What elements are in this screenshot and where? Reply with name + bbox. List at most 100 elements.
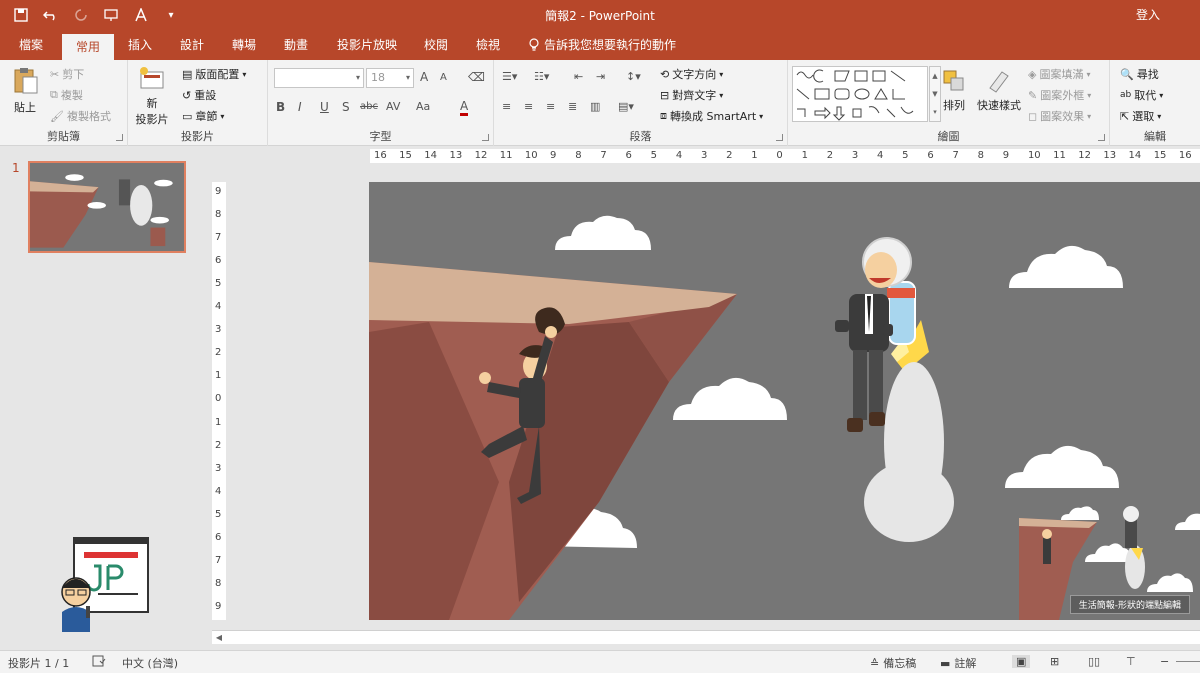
- char-spacing-button[interactable]: AV: [386, 100, 400, 113]
- bullets-icon[interactable]: ☰▾: [502, 70, 517, 83]
- grow-font-button[interactable]: A: [420, 70, 428, 84]
- font-launcher-icon[interactable]: [482, 134, 489, 141]
- tab-review[interactable]: 校閱: [414, 30, 458, 60]
- zoom-slider[interactable]: [1176, 661, 1200, 662]
- shape-effects-button[interactable]: ◻ 圖案效果 ▾: [1028, 108, 1091, 124]
- copy-button[interactable]: ⧉ 複製: [50, 87, 83, 103]
- drawing-launcher-icon[interactable]: [1098, 134, 1105, 141]
- normal-view-icon[interactable]: ▣: [1012, 655, 1031, 668]
- font-color-button[interactable]: A: [460, 100, 469, 116]
- language-indicator[interactable]: 中文 (台灣): [122, 655, 178, 671]
- horizontal-ruler[interactable]: 16 15 14 13 12 11 10 9 8 7 6 5 4 3 2 1 0 1 2 3 4 5 6 7 8 9 10 11 12 1…: [370, 149, 1200, 163]
- clipboard-group-label: 剪貼簿: [47, 130, 80, 143]
- scissors-icon: ✂: [50, 67, 60, 81]
- copy-icon: ⧉: [50, 88, 58, 101]
- scroll-left-icon[interactable]: ◀: [212, 631, 226, 645]
- shrink-font-button[interactable]: A: [440, 72, 447, 83]
- sign-in-link[interactable]: 登入: [1136, 6, 1160, 23]
- clipboard-group: 貼上 ✂ 剪下 ⧉ 複製 🖌 複製格式 剪貼簿: [0, 60, 128, 146]
- section-button[interactable]: ▭ 章節 ▾: [182, 108, 224, 124]
- layout-icon: ▤: [182, 67, 193, 81]
- ribbon: 貼上 ✂ 剪下 ⧉ 複製 🖌 複製格式 剪貼簿 新 投影片 ▤ 版面配置 ▾ ↺ 重設 ▭ 章…: [0, 60, 1200, 146]
- tab-transitions[interactable]: 轉場: [222, 30, 266, 60]
- clipboard-launcher-icon[interactable]: [116, 134, 123, 141]
- line-spacing-icon[interactable]: ↕▾: [626, 70, 641, 83]
- tab-file[interactable]: 檔案: [8, 30, 54, 60]
- columns-icon[interactable]: ▤▾: [618, 100, 634, 113]
- replace-button[interactable]: ab 取代 ▾: [1120, 87, 1163, 103]
- bold-button[interactable]: B: [276, 100, 285, 114]
- tell-me-box[interactable]: 告訴我您想要執行的動作: [528, 30, 676, 60]
- ruler-tick-label: 15: [399, 150, 412, 161]
- shapes-icon: [796, 69, 914, 121]
- slide-thumbnail[interactable]: [28, 161, 186, 253]
- tab-home[interactable]: 常用: [62, 34, 114, 60]
- zoom-out-icon[interactable]: −: [1160, 655, 1169, 668]
- reading-view-icon[interactable]: ▯▯: [1088, 655, 1100, 668]
- tab-slideshow[interactable]: 投影片放映: [328, 30, 406, 60]
- increase-indent-icon[interactable]: ⇥: [596, 70, 605, 83]
- justify-icon[interactable]: ≣: [568, 100, 577, 113]
- shape-fill-button[interactable]: ◈ 圖案填滿 ▾: [1028, 66, 1090, 82]
- reset-button[interactable]: ↺ 重設: [182, 87, 216, 103]
- shadow-button[interactable]: S: [342, 100, 350, 114]
- align-center-icon[interactable]: ≡: [524, 100, 533, 113]
- align-text-button[interactable]: ⊟ 對齊文字 ▾: [660, 87, 723, 103]
- shape-outline-button[interactable]: ✎ 圖案外框 ▾: [1028, 87, 1091, 103]
- ruler-tick-label: 3: [215, 462, 222, 474]
- shapes-gallery[interactable]: [792, 66, 928, 122]
- tab-insert[interactable]: 插入: [118, 30, 162, 60]
- distribute-icon[interactable]: ▥: [590, 100, 600, 113]
- tab-animations[interactable]: 動畫: [274, 30, 318, 60]
- text-direction-button[interactable]: ⟲ 文字方向 ▾: [660, 66, 723, 82]
- vertical-ruler[interactable]: 9 8 7 6 5 4 3 2 1 0 1 2 3 4 5 6 7 8 9: [212, 182, 226, 620]
- ruler-tick-label: 13: [1103, 150, 1117, 161]
- paste-button[interactable]: 貼上: [6, 66, 44, 115]
- change-case-button[interactable]: Aa: [416, 100, 430, 113]
- slide-canvas[interactable]: 生活簡報-形狀的端點編輯: [369, 182, 1200, 620]
- ruler-tick-label: 2: [726, 150, 733, 161]
- notes-button[interactable]: ≙ 備忘稿: [870, 655, 916, 671]
- format-painter-button[interactable]: 🖌 複製格式: [50, 108, 111, 124]
- shape-effects-label: 圖案效果: [1040, 110, 1085, 123]
- align-left-icon[interactable]: ≡: [502, 100, 511, 113]
- italic-button[interactable]: I: [298, 100, 302, 114]
- ruler-tick-label: 14: [424, 150, 438, 161]
- arrange-button[interactable]: 排列: [934, 68, 974, 113]
- clear-format-icon[interactable]: ⌫: [468, 70, 485, 84]
- smartart-button[interactable]: ⧈ 轉換成 SmartArt ▾: [660, 108, 763, 124]
- shape-fill-label: 圖案填滿: [1039, 68, 1084, 81]
- font-size-box[interactable]: 18 ▾: [366, 68, 414, 88]
- slides-group-label: 投影片: [181, 130, 214, 143]
- align-right-icon[interactable]: ≡: [546, 100, 555, 113]
- quick-styles-button[interactable]: 快速樣式: [974, 68, 1024, 113]
- copy-label: 複製: [60, 89, 83, 102]
- select-button[interactable]: ⇱ 選取 ▾: [1120, 108, 1161, 124]
- align-text-icon: ⊟: [660, 88, 670, 102]
- comments-button[interactable]: ▬ 註解: [940, 655, 976, 671]
- cut-label: 剪下: [62, 68, 85, 81]
- paragraph-group: ☰▾ ☷▾ ⇤ ⇥ ↕▾ ⟲ 文字方向 ▾ ⊟ 對齊文字 ▾ ⧈ 轉換成 SmartArt…: [494, 60, 788, 146]
- new-slide-icon: [140, 67, 164, 89]
- ruler-tick-label: 7: [215, 232, 222, 244]
- ruler-tick-label: 5: [215, 508, 222, 520]
- ruler-tick-label: 5: [650, 150, 658, 161]
- paragraph-launcher-icon[interactable]: [776, 134, 783, 141]
- drawing-group-label: 繪圖: [937, 130, 960, 143]
- strikethrough-button[interactable]: abc: [360, 101, 378, 112]
- slideshow-view-icon[interactable]: ⊤: [1126, 655, 1136, 668]
- new-slide-label-2: 投影片: [135, 113, 169, 126]
- cut-button[interactable]: ✂ 剪下: [50, 66, 84, 82]
- horizontal-scrollbar[interactable]: ◀: [212, 630, 1200, 644]
- new-slide-button[interactable]: 新 投影片: [132, 66, 172, 127]
- spell-check-icon[interactable]: [92, 655, 106, 667]
- decrease-indent-icon[interactable]: ⇤: [574, 70, 583, 83]
- tab-view[interactable]: 檢視: [466, 30, 510, 60]
- tab-design[interactable]: 設計: [170, 30, 214, 60]
- numbering-icon[interactable]: ☷▾: [534, 70, 549, 83]
- layout-button[interactable]: ▤ 版面配置 ▾: [182, 66, 246, 82]
- slide-sorter-icon[interactable]: ⊞: [1050, 655, 1059, 668]
- underline-button[interactable]: U: [320, 100, 329, 114]
- find-button[interactable]: 🔍 尋找: [1120, 66, 1159, 82]
- font-name-box[interactable]: ▾: [274, 68, 364, 88]
